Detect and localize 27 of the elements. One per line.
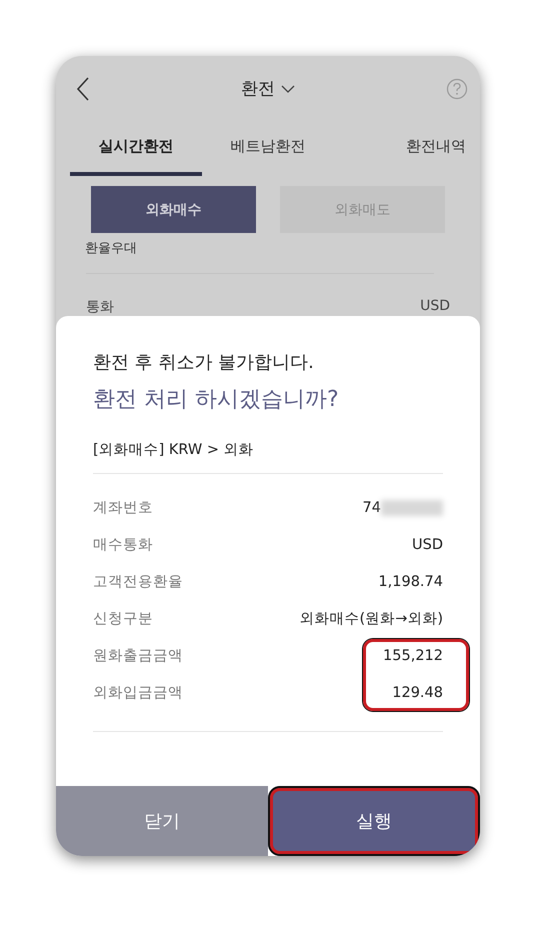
summary-text: [외화매수] KRW > 외화: [93, 441, 255, 459]
detail-label: 원화출금금액: [93, 647, 183, 665]
detail-value: 1,198.74: [378, 574, 443, 590]
section-label: 환율우대: [84, 240, 138, 258]
detail-value: USD: [412, 536, 443, 552]
segment-button[interactable]: 외화매수: [91, 186, 256, 234]
page-title: 환전: [241, 78, 275, 100]
detail-label: 외화입금금액: [93, 684, 183, 702]
question-text: 환전 처리 하시겠습니까?: [93, 386, 340, 414]
tab[interactable]: 환전내역: [334, 123, 466, 176]
detail-label: 계좌번호: [93, 499, 153, 517]
confirm-button[interactable]: 실행: [268, 786, 480, 856]
field-value: USD: [420, 298, 450, 316]
close-button[interactable]: 닫기: [56, 786, 268, 856]
chevron-down-icon[interactable]: [281, 84, 295, 93]
detail-value: 외화매수(원화→외화): [300, 610, 443, 628]
tab[interactable]: 실시간환전: [70, 123, 202, 176]
notice-text: 환전 후 취소가 불가합니다.: [93, 351, 315, 374]
detail-label: 매수통화: [93, 536, 153, 554]
detail-label: 고객전용환율: [93, 573, 183, 591]
detail-value: 129.48: [392, 684, 443, 700]
detail-value: 155,212: [383, 648, 443, 664]
detail-label: 신청구분: [93, 610, 153, 628]
detail-value: 74: [362, 500, 443, 516]
field-label: 통화: [86, 298, 114, 316]
tab[interactable]: 베트남환전: [202, 123, 334, 176]
back-icon[interactable]: [76, 76, 90, 102]
